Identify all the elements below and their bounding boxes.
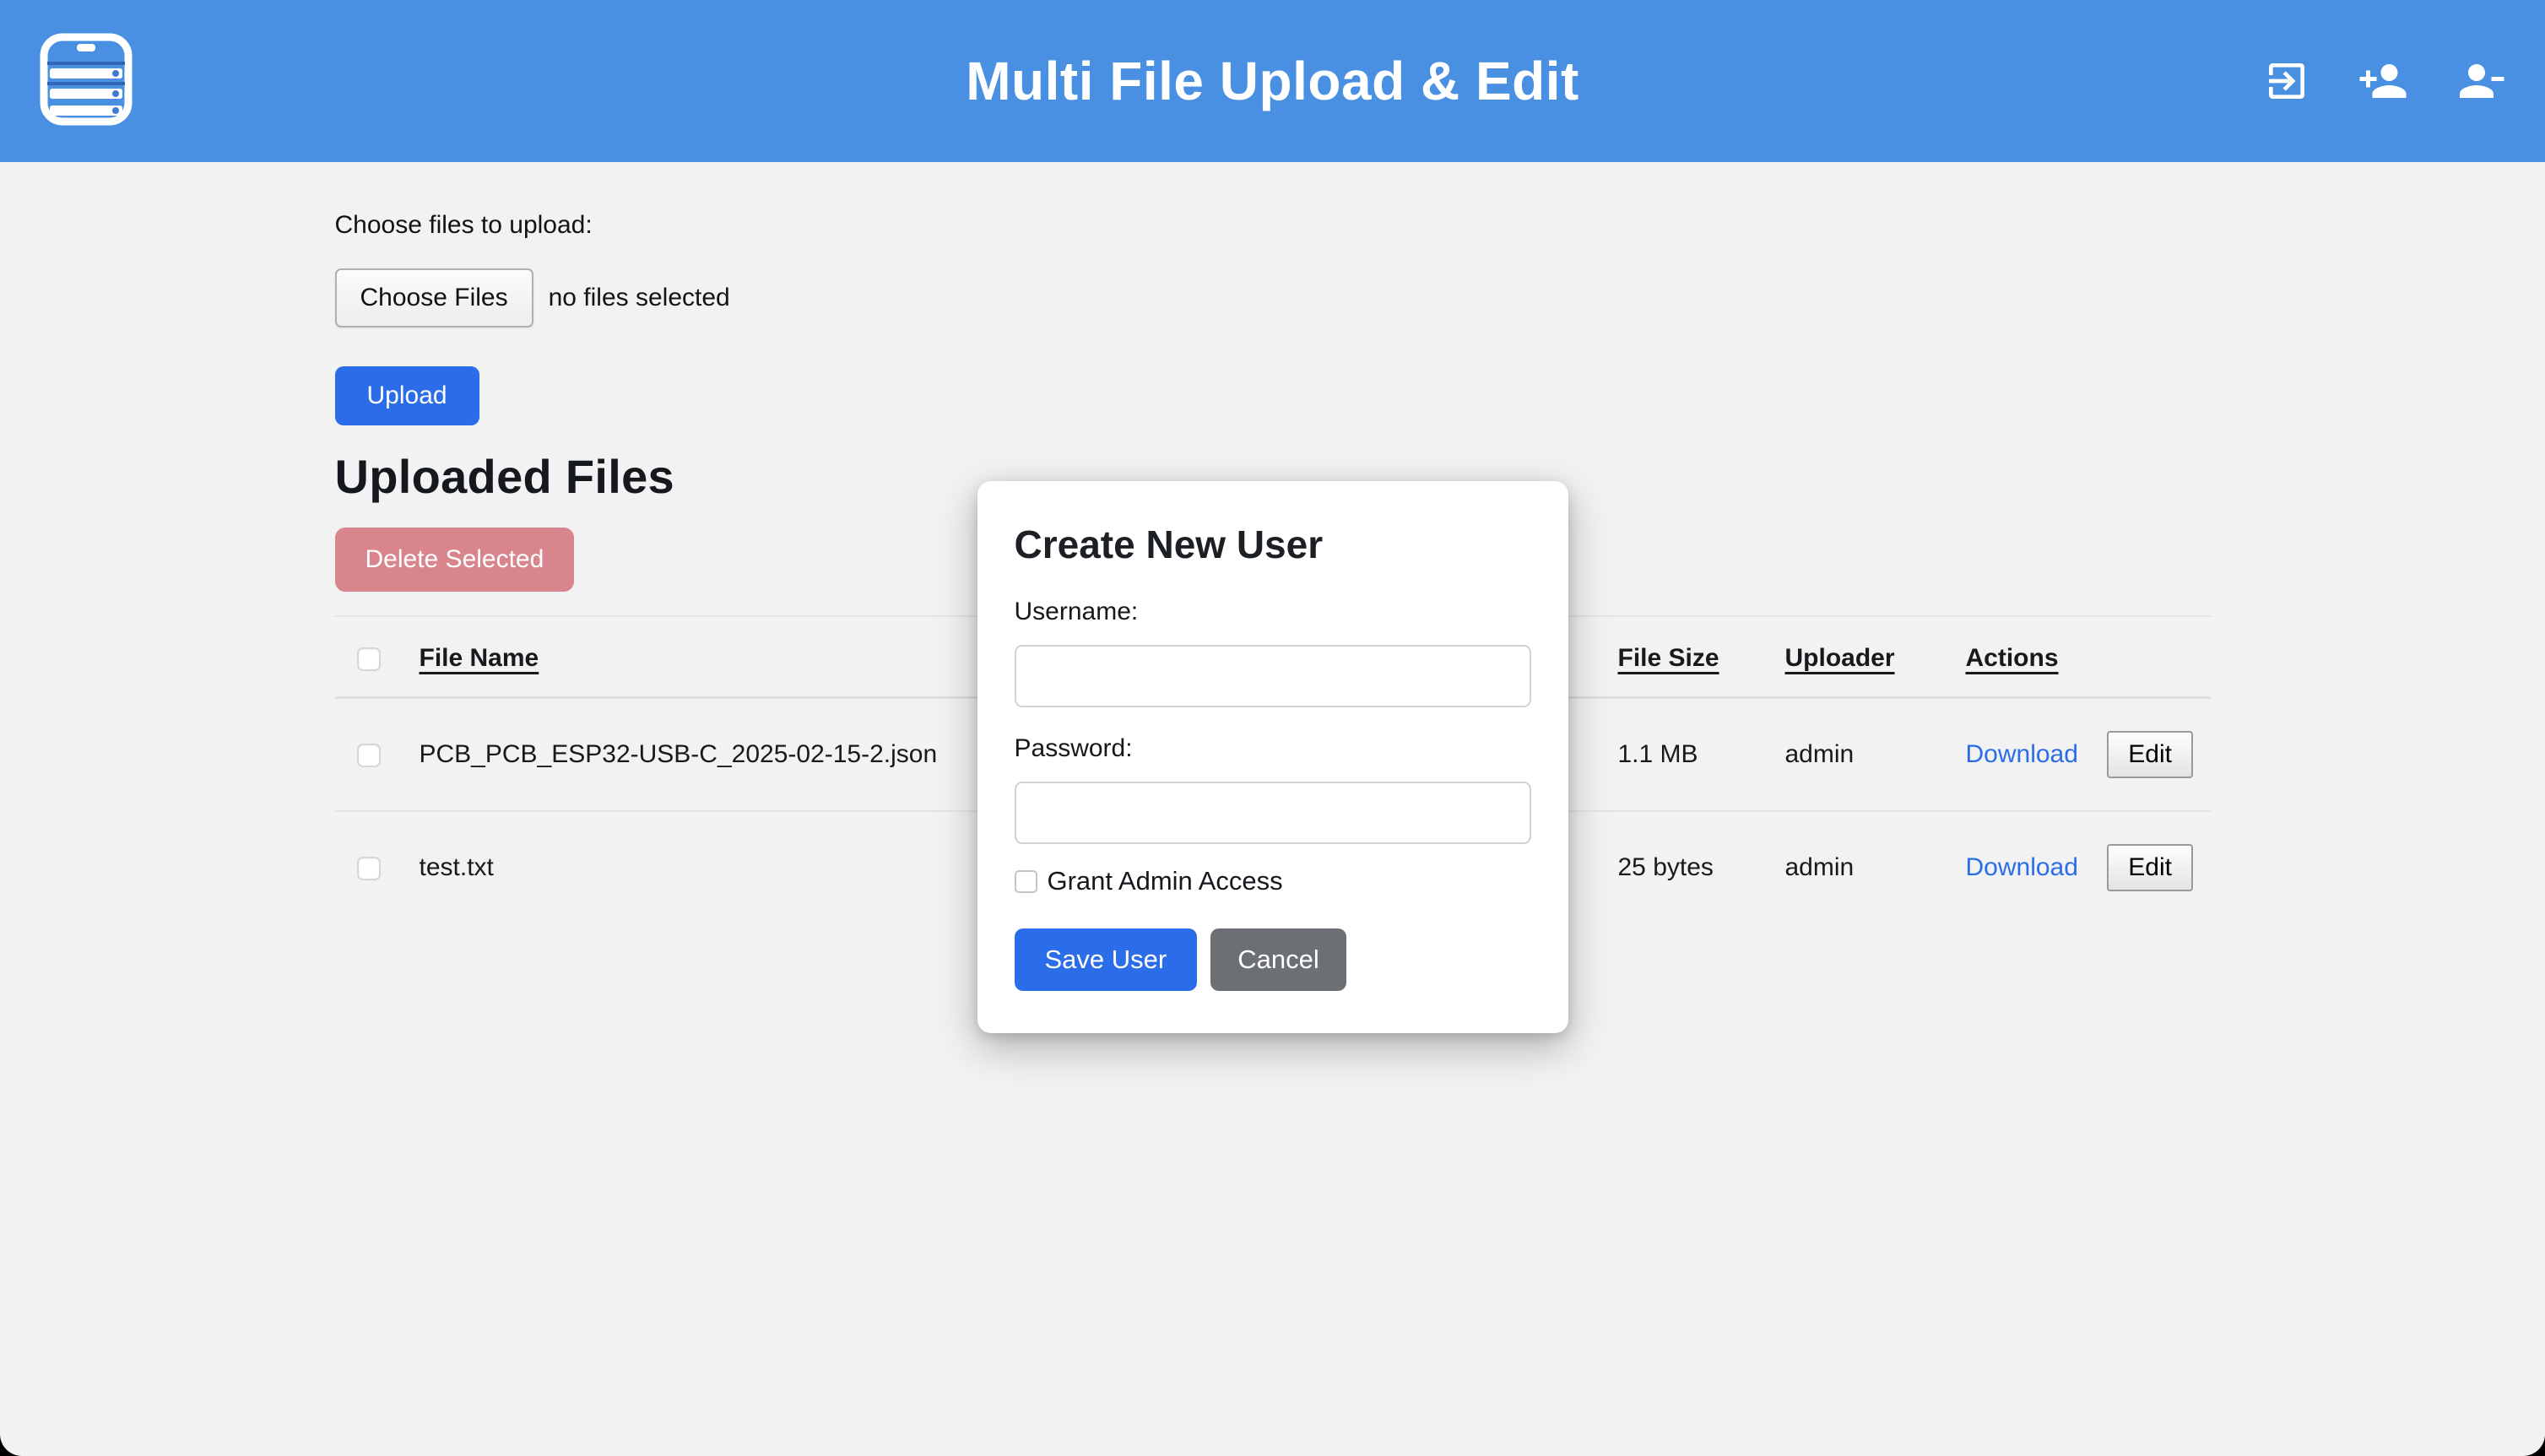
- logout-icon[interactable]: [2263, 57, 2310, 105]
- password-label: Password:: [1015, 734, 1531, 763]
- actions-cell: Download Edit: [1966, 811, 2211, 923]
- person-add-icon[interactable]: [2358, 56, 2408, 106]
- download-link[interactable]: Download: [1966, 853, 2078, 881]
- select-all-checkbox[interactable]: [357, 647, 381, 671]
- grant-admin-label: Grant Admin Access: [1048, 866, 1283, 896]
- grant-admin-checkbox[interactable]: [1015, 870, 1037, 893]
- server-stack-icon: [39, 32, 133, 131]
- row-checkbox[interactable]: [357, 857, 381, 880]
- app-logo: [39, 32, 133, 131]
- modal-title: Create New User: [1015, 522, 1531, 567]
- actions-cell: Download Edit: [1966, 698, 2211, 812]
- delete-selected-button[interactable]: Delete Selected: [335, 528, 575, 592]
- grant-admin-row: Grant Admin Access: [1015, 866, 1531, 896]
- column-header-file-size[interactable]: File Size: [1618, 616, 1785, 698]
- uploader-cell: admin: [1785, 811, 1966, 923]
- file-size-cell: 25 bytes: [1618, 811, 1785, 923]
- save-user-button[interactable]: Save User: [1015, 928, 1198, 991]
- person-remove-icon[interactable]: [2456, 56, 2506, 106]
- column-header-actions[interactable]: Actions: [1966, 616, 2211, 698]
- file-size-cell: 1.1 MB: [1618, 698, 1785, 812]
- download-link[interactable]: Download: [1966, 740, 2078, 768]
- column-header-uploader[interactable]: Uploader: [1785, 616, 1966, 698]
- row-checkbox[interactable]: [357, 744, 381, 767]
- modal-buttons: Save User Cancel: [1015, 928, 1531, 991]
- app-header: Multi File Upload & Edit: [0, 0, 2545, 162]
- edit-button[interactable]: Edit: [2107, 844, 2193, 891]
- edit-button[interactable]: Edit: [2107, 731, 2193, 778]
- file-input-status: no files selected: [549, 284, 730, 312]
- username-label: Username:: [1015, 598, 1531, 626]
- choose-files-button[interactable]: Choose Files: [335, 268, 533, 327]
- uploader-cell: admin: [1785, 698, 1966, 812]
- password-field[interactable]: [1015, 782, 1531, 844]
- username-field[interactable]: [1015, 645, 1531, 707]
- choose-files-label: Choose files to upload:: [335, 162, 2211, 240]
- page-title: Multi File Upload & Edit: [966, 50, 1579, 112]
- header-actions: [2263, 56, 2506, 106]
- page: Multi File Upload & Edit Choose files to…: [0, 0, 2545, 1456]
- file-input: Choose Files no files selected: [335, 268, 2211, 327]
- upload-button[interactable]: Upload: [335, 366, 479, 425]
- cancel-button[interactable]: Cancel: [1210, 928, 1346, 991]
- create-user-modal: Create New User Username: Password: Gran…: [977, 481, 1568, 1033]
